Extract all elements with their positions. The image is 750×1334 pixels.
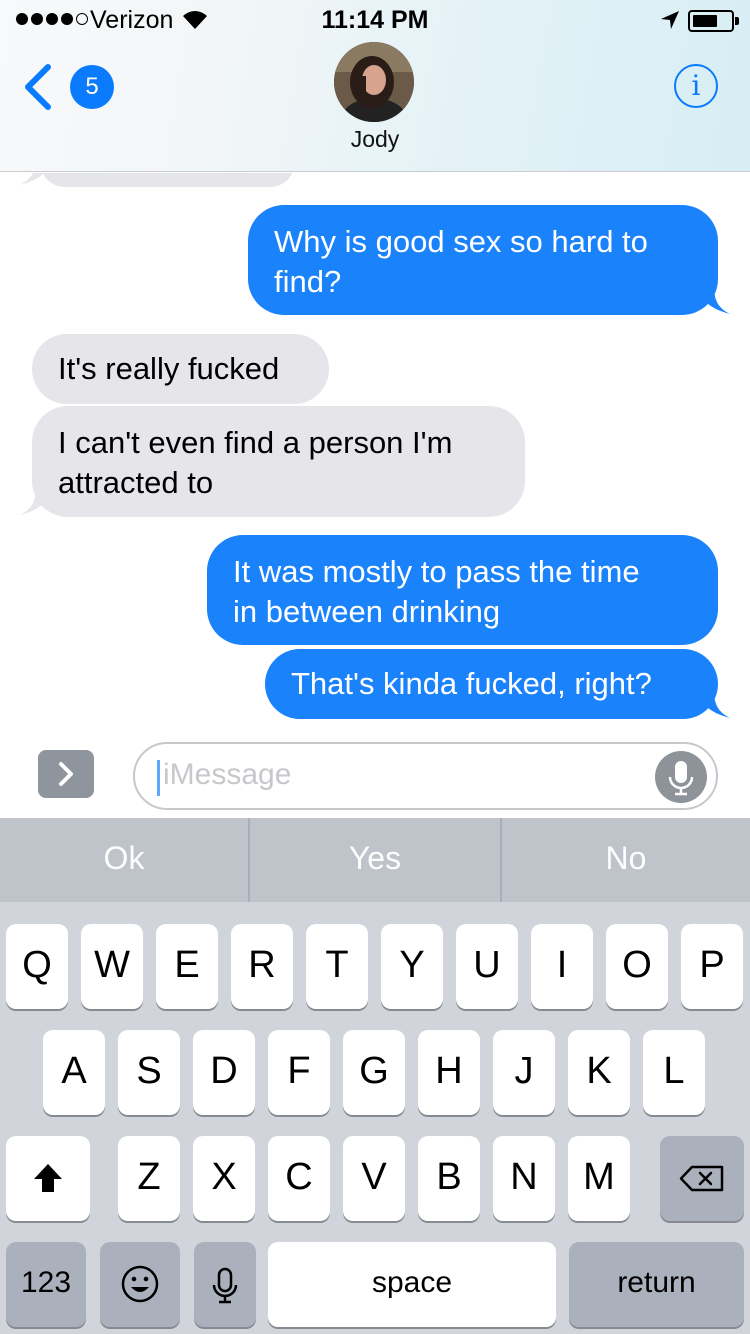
message-bubble-outgoing[interactable]: That's kinda fucked, right? [265, 649, 718, 719]
dictation-key[interactable] [194, 1242, 256, 1327]
return-key[interactable]: return [569, 1242, 744, 1327]
shift-key[interactable] [6, 1136, 90, 1221]
keyboard: Ok Yes No Q W E R T Y U I O P A S D F G … [0, 818, 750, 1334]
prediction-ok[interactable]: Ok [0, 818, 248, 902]
prediction-yes[interactable]: Yes [250, 818, 500, 902]
message-bubble-partial [40, 173, 295, 187]
dictation-button[interactable] [655, 751, 707, 803]
message-text-line: That's kinda fucked, right? [291, 666, 652, 701]
back-button[interactable]: 5 [22, 62, 114, 112]
backspace-icon [679, 1165, 724, 1192]
key-g[interactable]: G [343, 1030, 405, 1115]
key-z[interactable]: Z [118, 1136, 180, 1221]
text-cursor [157, 760, 160, 796]
message-bubble-outgoing[interactable]: Why is good sex so hard to find? [248, 205, 718, 315]
message-bubble-incoming[interactable]: It's really fucked [32, 334, 329, 404]
key-k[interactable]: K [568, 1030, 630, 1115]
shift-arrow-icon [34, 1164, 62, 1192]
microphone-icon [668, 761, 694, 796]
bubble-tail [696, 286, 730, 314]
key-w[interactable]: W [81, 924, 143, 1009]
emoji-key[interactable] [100, 1242, 180, 1327]
key-a[interactable]: A [43, 1030, 105, 1115]
key-j[interactable]: J [493, 1030, 555, 1115]
avatar-photo [334, 42, 414, 122]
predictive-bar: Ok Yes No [0, 818, 750, 902]
message-text-line: It was mostly to pass the time [233, 554, 640, 589]
key-n[interactable]: N [493, 1136, 555, 1221]
location-arrow-icon [661, 11, 679, 29]
key-c[interactable]: C [268, 1136, 330, 1221]
imessage-input[interactable]: iMessage [133, 742, 718, 810]
key-r[interactable]: R [231, 924, 293, 1009]
key-e[interactable]: E [156, 924, 218, 1009]
unread-count-badge: 5 [70, 65, 114, 109]
chevron-right-icon [59, 762, 73, 786]
key-b[interactable]: B [418, 1136, 480, 1221]
space-key[interactable]: space [268, 1242, 556, 1327]
message-text-line: in between drinking [233, 594, 501, 629]
key-v[interactable]: V [343, 1136, 405, 1221]
bubble-tail [696, 690, 730, 718]
key-p[interactable]: P [681, 924, 743, 1009]
message-text-line: find? [274, 264, 342, 299]
key-o[interactable]: O [606, 924, 668, 1009]
message-text-line: I can't even find a person I'm [58, 425, 453, 460]
compose-bar: iMessage [0, 730, 750, 818]
key-y[interactable]: Y [381, 924, 443, 1009]
bubble-tail [20, 173, 44, 185]
message-bubble-outgoing[interactable]: It was mostly to pass the time in betwee… [207, 535, 718, 645]
conversation-header: Verizon 11:14 PM 5 Jody i [0, 0, 750, 172]
bubble-tail [20, 487, 54, 515]
key-f[interactable]: F [268, 1030, 330, 1115]
message-text-line: attracted to [58, 465, 214, 500]
key-t[interactable]: T [306, 924, 368, 1009]
status-bar: Verizon 11:14 PM [0, 0, 750, 40]
input-placeholder: iMessage [163, 758, 292, 791]
info-button[interactable]: i [674, 64, 718, 108]
chevron-left-icon [25, 64, 51, 110]
prediction-no[interactable]: No [502, 818, 750, 902]
key-x[interactable]: X [193, 1136, 255, 1221]
key-m[interactable]: M [568, 1136, 630, 1221]
contact-avatar[interactable] [334, 42, 414, 122]
key-h[interactable]: H [418, 1030, 480, 1115]
message-text-line: It's really fucked [58, 351, 280, 386]
contact-name[interactable]: Jody [0, 126, 750, 153]
status-time: 11:14 PM [321, 6, 429, 34]
emoji-icon [121, 1265, 159, 1303]
key-i[interactable]: I [531, 924, 593, 1009]
numbers-key[interactable]: 123 [6, 1242, 86, 1327]
microphone-icon [212, 1267, 238, 1304]
delete-key[interactable] [660, 1136, 744, 1221]
battery-icon [688, 10, 740, 32]
expand-apps-button[interactable] [38, 750, 94, 798]
message-text-line: Why is good sex so hard to [274, 224, 648, 259]
message-thread[interactable]: Why is good sex so hard to find? It's re… [0, 173, 750, 730]
key-s[interactable]: S [118, 1030, 180, 1115]
message-bubble-incoming[interactable]: I can't even find a person I'm attracted… [32, 406, 525, 517]
key-q[interactable]: Q [6, 924, 68, 1009]
key-l[interactable]: L [643, 1030, 705, 1115]
key-d[interactable]: D [193, 1030, 255, 1115]
key-u[interactable]: U [456, 924, 518, 1009]
